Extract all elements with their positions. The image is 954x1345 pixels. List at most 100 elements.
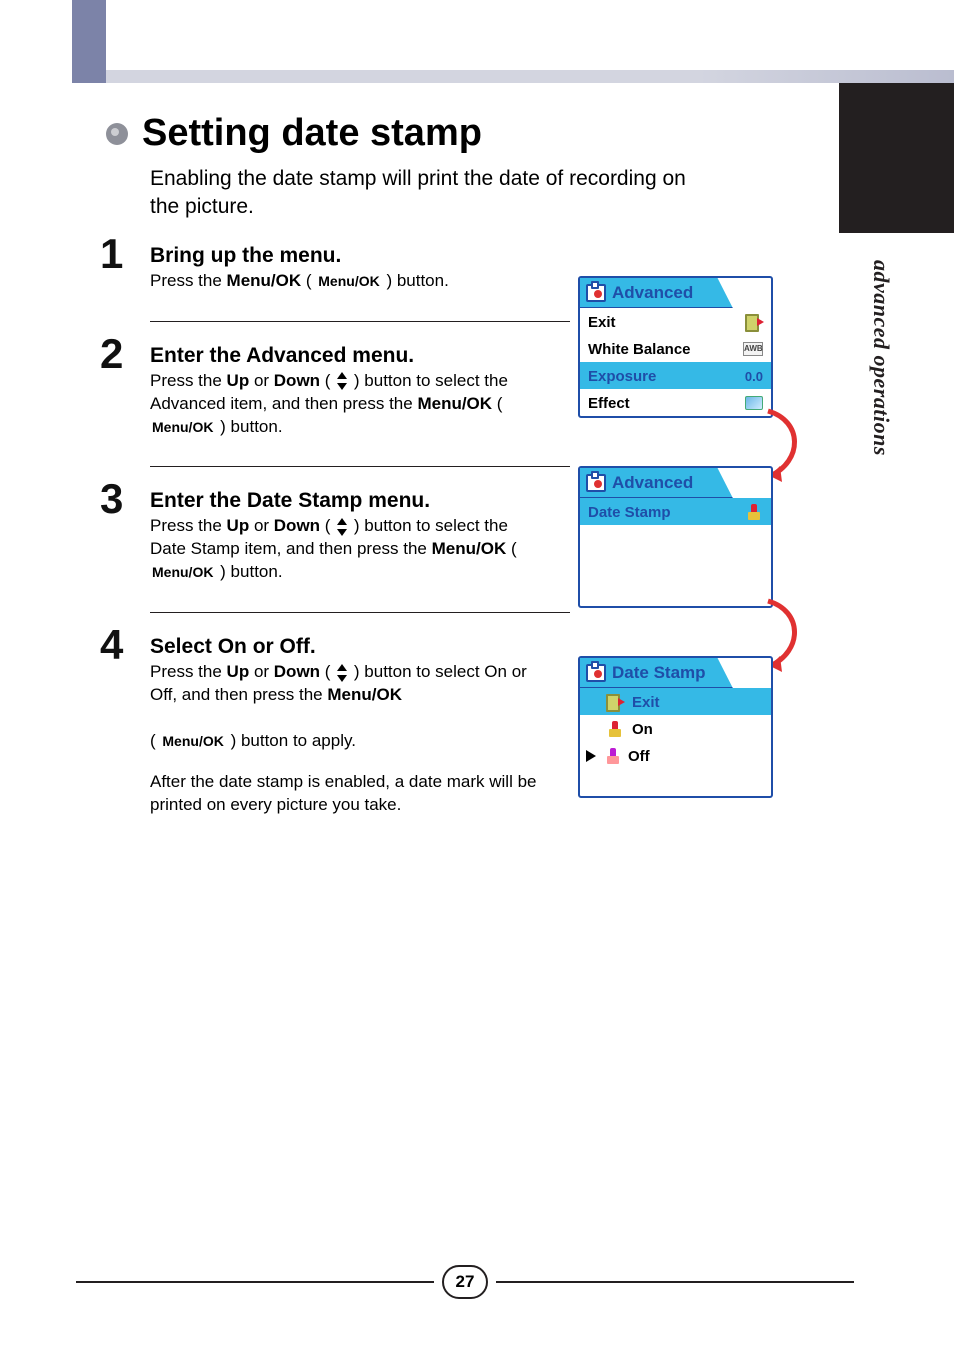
footer-rule <box>76 1281 434 1283</box>
panel-rows: Date Stamp <box>580 498 771 606</box>
menu-preview-column: Advanced Exit White Balance AWB Exposure… <box>578 276 773 846</box>
t: ( <box>320 371 335 390</box>
step-text: Press the Up or Down ( ) button to selec… <box>150 515 540 584</box>
step-separator <box>150 466 570 467</box>
submenu-row-exit[interactable]: Exit <box>580 688 771 715</box>
step-number: 1 <box>100 230 123 278</box>
t: Menu/OK <box>227 271 302 290</box>
panel-title: Advanced <box>612 473 693 493</box>
header-accent-bar <box>72 0 106 83</box>
page-root: advanced operations Setting date stamp E… <box>0 0 954 1345</box>
step-heading: Enter the Date Stamp menu. <box>150 489 540 513</box>
up-down-icon <box>335 664 349 682</box>
t: or <box>249 516 274 535</box>
panel-tab: Advanced <box>580 468 771 498</box>
t: ( <box>301 271 316 290</box>
t: Menu/OK <box>432 539 507 558</box>
step-number: 2 <box>100 330 123 378</box>
camera-tools-icon <box>586 474 606 492</box>
header-band <box>106 70 954 83</box>
advanced-menu-panel-1: Advanced Exit White Balance AWB Exposure… <box>578 276 773 418</box>
footer-rule <box>496 1281 854 1283</box>
step-text: Press the Menu/OK ( Menu/OK ) button. <box>150 270 540 293</box>
page-title: Setting date stamp <box>142 112 482 155</box>
menu-ok-icon: Menu/OK <box>316 272 381 291</box>
date-stamp-on-icon <box>606 721 624 737</box>
menu-row-effect[interactable]: Effect <box>580 389 771 416</box>
t: Menu/OK <box>327 685 402 704</box>
step-number: 3 <box>100 475 123 523</box>
t: Press the <box>150 662 227 681</box>
t: Up <box>227 371 250 390</box>
up-down-icon <box>335 372 349 390</box>
exit-icon <box>606 694 624 710</box>
section-side-label: advanced operations <box>868 260 894 456</box>
step-separator <box>150 321 570 322</box>
date-stamp-off-icon <box>604 748 622 764</box>
page-number: 27 <box>442 1265 488 1299</box>
title-bullet-icon <box>106 123 128 145</box>
t: Up <box>227 662 250 681</box>
step-heading: Enter the Advanced menu. <box>150 344 540 368</box>
step-number: 4 <box>100 621 123 669</box>
t: Menu/OK <box>417 394 492 413</box>
t: ( <box>492 394 502 413</box>
panel-tab: Date Stamp <box>580 658 771 688</box>
t: Press the <box>150 371 227 390</box>
camera-tools-icon <box>586 284 606 302</box>
row-label: Exposure <box>588 368 745 385</box>
menu-row-exit[interactable]: Exit <box>580 308 771 335</box>
date-stamp-icon <box>745 504 763 520</box>
step-separator <box>150 612 570 613</box>
t: ( <box>320 516 335 535</box>
menu-row-empty <box>580 552 771 579</box>
panel-title: Date Stamp <box>612 663 706 683</box>
t: ) button to apply. <box>226 731 356 750</box>
t: Down <box>274 662 320 681</box>
effect-icon <box>745 396 763 410</box>
thumb-tab-dark <box>839 83 954 233</box>
intro-text: Enabling the date stamp will print the d… <box>150 165 710 222</box>
t: Down <box>274 516 320 535</box>
step-after-text: After the date stamp is enabled, a date … <box>150 771 540 817</box>
step-text: Press the Up or Down ( ) button to selec… <box>150 661 540 753</box>
row-label: Off <box>628 748 763 765</box>
title-row: Setting date stamp <box>106 112 846 155</box>
row-label: On <box>632 721 763 738</box>
awb-icon: AWB <box>743 342 763 356</box>
step-heading: Select On or Off. <box>150 635 540 659</box>
t: ) button. <box>215 417 282 436</box>
submenu-row-on[interactable]: On <box>580 715 771 742</box>
menu-row-empty <box>580 769 771 796</box>
menu-row-date-stamp[interactable]: Date Stamp <box>580 498 771 525</box>
t: Press the <box>150 271 227 290</box>
exit-icon <box>745 314 763 330</box>
menu-ok-icon: Menu/OK <box>150 418 215 437</box>
camera-tools-icon <box>586 664 606 682</box>
up-down-icon <box>335 518 349 536</box>
t: Down <box>274 371 320 390</box>
t: Press the <box>150 516 227 535</box>
menu-ok-icon: Menu/OK <box>160 732 225 751</box>
submenu-row-off[interactable]: Off <box>580 742 771 769</box>
menu-row-white-balance[interactable]: White Balance AWB <box>580 335 771 362</box>
date-stamp-submenu-panel: Date Stamp Exit On Off <box>578 656 773 798</box>
row-label: Date Stamp <box>588 504 745 521</box>
menu-row-exposure[interactable]: Exposure 0.0 <box>580 362 771 389</box>
t: ( <box>150 731 160 750</box>
t: ) button. <box>215 562 282 581</box>
step-heading: Bring up the menu. <box>150 244 540 268</box>
t: or <box>249 662 274 681</box>
row-label: Exit <box>632 694 763 711</box>
t: Up <box>227 516 250 535</box>
menu-row-empty <box>580 525 771 552</box>
t: ) button. <box>382 271 449 290</box>
advanced-menu-panel-2: Advanced Date Stamp <box>578 466 773 608</box>
menu-row-empty <box>580 579 771 606</box>
panel-title: Advanced <box>612 283 693 303</box>
page-footer: 27 <box>76 1265 854 1299</box>
t: or <box>249 371 274 390</box>
panel-tab: Advanced <box>580 278 771 308</box>
panel-rows: Exit On Off <box>580 688 771 796</box>
step-text: Press the Up or Down ( ) button to selec… <box>150 370 540 439</box>
